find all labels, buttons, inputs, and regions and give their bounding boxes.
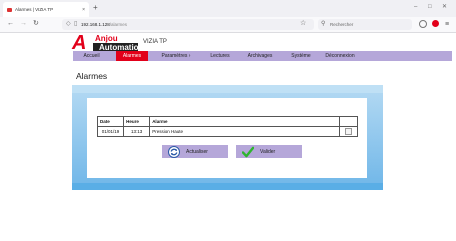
new-tab-button[interactable]: +	[93, 3, 98, 13]
extension-icon[interactable]	[432, 20, 439, 27]
search-icon: ⚲	[321, 21, 326, 27]
alarms-table: Date Heure Alarme 01/01/19 13:13 Pressio…	[96, 116, 358, 137]
table-header-row: Date Heure Alarme	[96, 116, 358, 127]
minimize-icon[interactable]: –	[414, 3, 417, 11]
url-text[interactable]: 192.168.1.128/alarmes	[81, 21, 127, 28]
close-tab-icon[interactable]: ×	[82, 7, 85, 13]
menu-item-systeme[interactable]: Système	[284, 51, 318, 61]
page-title: Alarmes	[76, 71, 108, 81]
window-close-icon[interactable]: ✕	[442, 3, 447, 11]
panel-bottom-band	[72, 183, 383, 190]
validate-button[interactable]: Valider	[236, 145, 302, 158]
cell-heure: 13:13	[123, 126, 151, 137]
maximize-icon[interactable]: □	[428, 3, 432, 11]
favicon-icon	[7, 7, 12, 12]
menu-hamburger-icon[interactable]: ≡	[445, 20, 449, 29]
reload-icon[interactable]: ↻	[33, 19, 39, 28]
validate-button-label: Valider	[260, 148, 276, 155]
refresh-button[interactable]: Actualiser	[162, 145, 228, 158]
page-info-icon[interactable]: ▯	[74, 20, 77, 28]
cell-alarme: Pression Haute	[149, 126, 341, 137]
column-header-date: Date	[96, 116, 125, 127]
back-icon[interactable]: ←	[7, 19, 14, 28]
alarms-inner-box	[87, 98, 367, 178]
checkmark-icon	[242, 146, 254, 158]
url-path: /alarmes	[109, 22, 128, 27]
forward-icon[interactable]: →	[20, 19, 27, 28]
menu-item-archivages[interactable]: Archivages	[240, 51, 280, 61]
search-input[interactable]: Rechercher	[330, 21, 353, 28]
url-host: 192.168.1.128	[81, 22, 110, 27]
menu-item-accueil[interactable]: Accueil	[75, 51, 108, 61]
column-header-alarme: Alarme	[149, 116, 341, 127]
refresh-button-label: Actualiser	[186, 148, 208, 155]
pocket-icon[interactable]	[419, 20, 427, 28]
browser-tab[interactable]: Alarmes | VIZIA TP ×	[3, 2, 89, 17]
menu-item-alarmes[interactable]: Alarmes	[116, 51, 148, 61]
row-select-checkbox[interactable]	[345, 127, 353, 135]
shield-icon[interactable]: ◇	[66, 20, 71, 28]
cell-date: 01/01/19	[96, 126, 125, 137]
app-header-bar	[140, 34, 452, 52]
bookmark-star-icon[interactable]: ☆	[300, 20, 306, 28]
cell-select	[339, 126, 358, 137]
logo-text-top: Anjou	[95, 34, 118, 43]
refresh-icon	[168, 145, 180, 158]
app-title: VIZIA TP	[143, 39, 167, 45]
column-header-select	[339, 116, 358, 127]
table-row: 01/01/19 13:13 Pression Haute	[96, 126, 358, 137]
logo-a-mark: A	[72, 32, 87, 54]
menu-item-parametres[interactable]: Paramètres ›	[152, 51, 200, 61]
menu-item-deconnexion[interactable]: Déconnexion	[318, 51, 362, 61]
column-header-heure: Heure	[123, 116, 151, 127]
browser-tab-title: Alarmes | VIZIA TP	[15, 7, 54, 12]
panel-top-band	[72, 85, 383, 93]
menu-item-lectures[interactable]: Lectures	[204, 51, 236, 61]
